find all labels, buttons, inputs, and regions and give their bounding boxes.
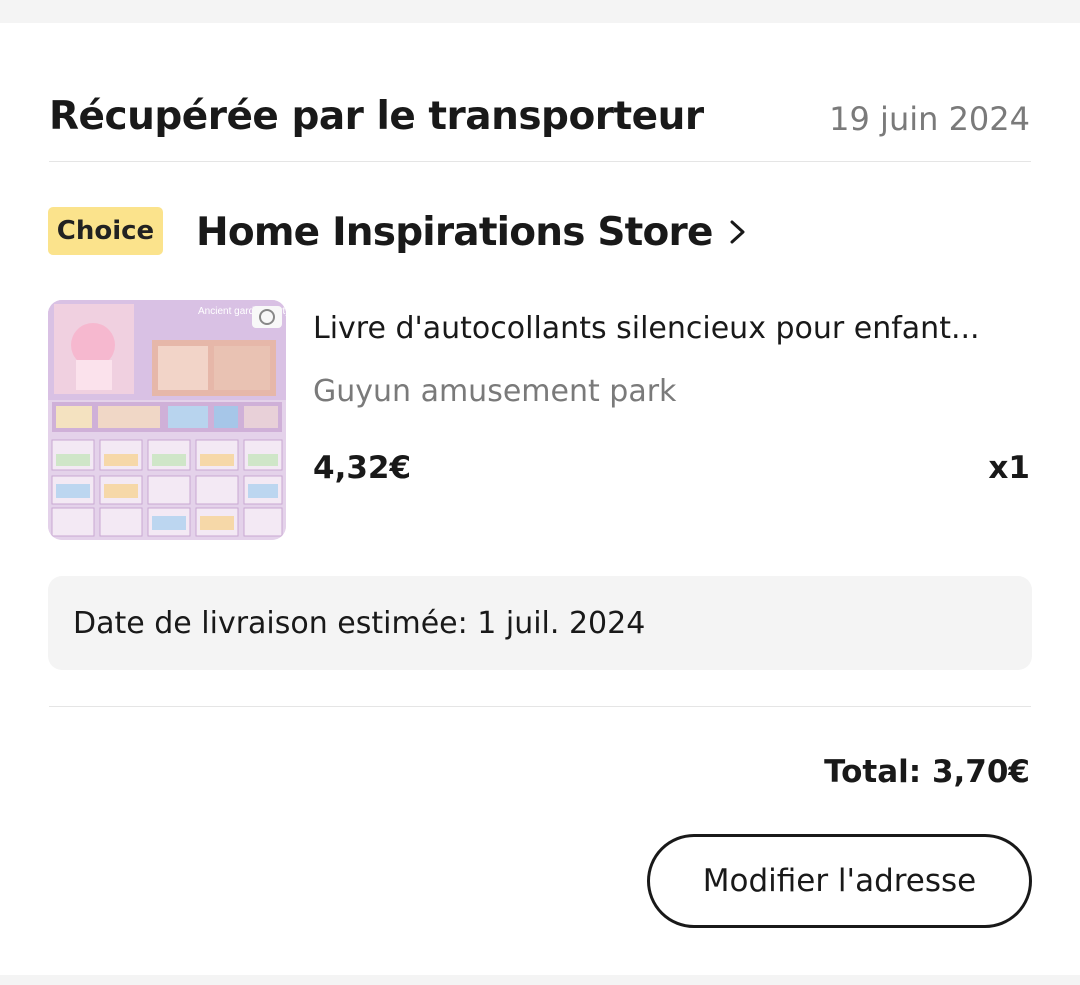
choice-badge: Choice [48,207,163,255]
product-quantity: x1 [988,450,1030,486]
product-image[interactable]: Ancient garden party [48,300,286,540]
divider [49,161,1031,162]
product-variant: Guyun amusement park [313,374,677,409]
product-price: 4,32€ [313,450,412,486]
modify-address-button[interactable]: Modifier l'adresse [647,834,1032,928]
estimated-delivery-text: Date de livraison estimée: 1 juil. 2024 [73,605,646,641]
product-title[interactable]: Livre d'autocollants silencieux pour enf… [313,310,1033,348]
chevron-right-icon [730,220,745,244]
store-link[interactable]: Home Inspirations Store [196,206,749,258]
order-status-title: Récupérée par le transporteur [49,94,704,139]
product-image-illustration: Ancient garden party [48,300,286,540]
store-name: Home Inspirations Store [196,209,713,255]
divider [49,706,1031,707]
estimated-delivery-box: Date de livraison estimée: 1 juil. 2024 [48,576,1032,670]
order-status-date: 19 juin 2024 [829,100,1030,138]
order-total: Total: 3,70€ [824,754,1030,790]
